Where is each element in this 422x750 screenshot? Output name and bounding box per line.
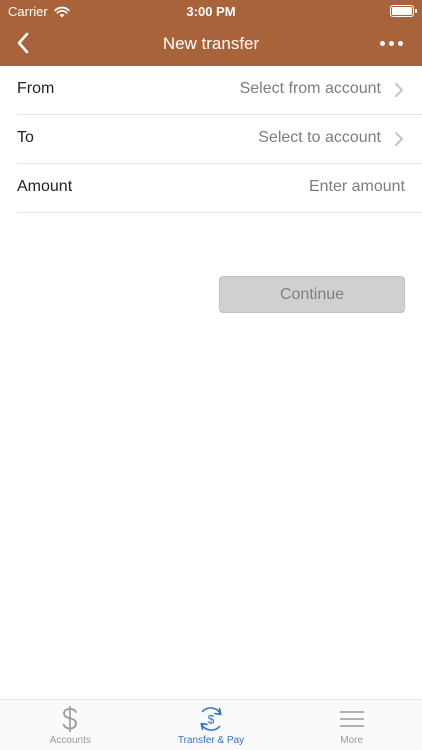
tab-accounts-label: Accounts (49, 735, 91, 746)
navigation-bar: New transfer (0, 22, 422, 66)
transfer-form: From Select from account To Select to ac… (0, 66, 422, 213)
chevron-right-icon (395, 83, 403, 97)
status-bar: Carrier 3:00 PM (0, 0, 422, 22)
from-label: From (17, 80, 55, 97)
menu-icon (339, 711, 364, 727)
amount-row[interactable]: Amount Enter amount (17, 164, 422, 213)
from-account-value: Select from account (239, 80, 381, 97)
tab-more[interactable]: More (281, 700, 422, 750)
svg-text:$: $ (208, 713, 215, 727)
battery-icon (390, 5, 417, 17)
top-bar: Carrier 3:00 PM New transfer (0, 0, 422, 66)
page-title: New transfer (162, 34, 260, 53)
amount-label: Amount (17, 178, 73, 195)
ellipsis-icon (397, 40, 403, 46)
tab-transfer-pay[interactable]: $ Transfer & Pay (141, 700, 282, 750)
tab-accounts[interactable]: Accounts (0, 700, 141, 750)
from-account-row[interactable]: From Select from account (17, 66, 422, 115)
status-time: 3:00 PM (186, 4, 236, 19)
to-account-row[interactable]: To Select to account (17, 115, 422, 164)
continue-button[interactable]: Continue (219, 276, 405, 313)
amount-input[interactable]: Enter amount (309, 178, 405, 196)
ellipsis-icon (388, 40, 394, 46)
transfer-dollar-icon: $ (200, 707, 222, 731)
to-label: To (17, 129, 34, 146)
tab-more-label: More (340, 735, 364, 746)
tab-transfer-pay-label: Transfer & Pay (177, 735, 245, 746)
more-button[interactable] (376, 30, 406, 56)
chevron-right-icon (395, 132, 403, 146)
to-account-value: Select to account (258, 129, 381, 146)
dollar-icon (63, 706, 78, 732)
tab-bar: Accounts $ Transfer & Pay More (0, 699, 422, 750)
ellipsis-icon (379, 40, 385, 46)
